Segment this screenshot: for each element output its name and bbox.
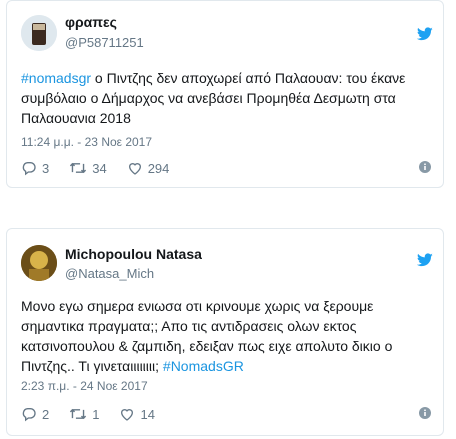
retweet-button[interactable]: 34 xyxy=(69,160,107,176)
avatar[interactable] xyxy=(21,15,57,51)
retweet-count: 34 xyxy=(92,160,107,176)
info-icon[interactable] xyxy=(419,407,431,419)
twitter-bird-icon[interactable] xyxy=(417,253,433,267)
reply-button[interactable]: 2 xyxy=(21,406,49,422)
author-handle[interactable]: @P58711251 xyxy=(65,35,144,50)
author-name[interactable]: Michopoulou Natasa xyxy=(65,246,202,262)
like-icon xyxy=(121,409,134,421)
hashtag-link[interactable]: #nomadsgr xyxy=(21,70,91,86)
tweet-text: Μονο εγω σημερα ενιωσα οτι κρινουμε χωρι… xyxy=(21,296,427,376)
info-icon[interactable] xyxy=(419,161,431,173)
author-handle[interactable]: @Natasa_Mich xyxy=(65,266,154,281)
reply-button[interactable]: 3 xyxy=(21,160,49,176)
reply-icon xyxy=(22,162,36,176)
like-button[interactable]: 294 xyxy=(127,160,170,176)
tweet-text: #nomadsgr ο Πιντζης δεν αποχωρεί από Παλ… xyxy=(21,68,427,128)
retweet-count: 1 xyxy=(92,406,100,422)
twitter-bird-icon[interactable] xyxy=(417,27,433,41)
like-count: 14 xyxy=(140,406,155,422)
like-button[interactable]: 14 xyxy=(119,406,155,422)
retweet-icon xyxy=(70,408,87,420)
avatar[interactable] xyxy=(21,245,57,281)
tweet-timestamp[interactable]: 2:23 π.μ. - 24 Νοε 2017 xyxy=(21,379,148,393)
hashtag-link[interactable]: #NomadsGR xyxy=(163,358,244,374)
author-name[interactable]: φραπες xyxy=(65,14,117,30)
retweet-button[interactable]: 1 xyxy=(69,406,99,422)
like-count: 294 xyxy=(147,160,170,176)
action-bar: 2 1 14 xyxy=(21,405,431,423)
reply-count: 3 xyxy=(42,160,50,176)
like-icon xyxy=(128,163,141,175)
tweet-card: φραπες @P58711251 #nomadsgr ο Πιντζης δε… xyxy=(6,0,444,188)
tweet-card: Michopoulou Natasa @Natasa_Mich Μονο εγω… xyxy=(6,228,444,436)
retweet-icon xyxy=(70,162,87,174)
action-bar: 3 34 294 xyxy=(21,159,431,177)
tweet-timestamp[interactable]: 11:24 μ.μ. - 23 Νοε 2017 xyxy=(21,135,152,149)
reply-icon xyxy=(22,408,36,422)
reply-count: 2 xyxy=(42,406,50,422)
